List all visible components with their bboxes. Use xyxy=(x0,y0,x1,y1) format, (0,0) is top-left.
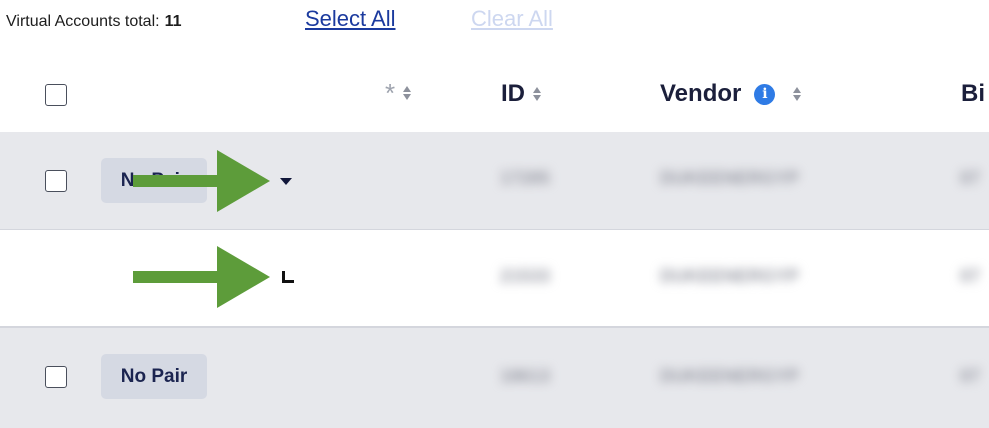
column-header-id[interactable]: ID xyxy=(501,80,541,108)
row-checkbox[interactable] xyxy=(45,366,67,388)
row-checkbox[interactable] xyxy=(45,170,67,192)
asterisk-icon: * xyxy=(385,78,396,108)
select-all-checkbox[interactable] xyxy=(45,84,67,106)
no-pair-badge: No Pair xyxy=(101,158,207,203)
sort-icon[interactable] xyxy=(793,87,802,101)
column-header-next-label: Bi xyxy=(961,80,985,107)
child-indent-icon xyxy=(282,271,294,283)
table-row[interactable]: No Pair xyxy=(0,328,989,428)
no-pair-badge: No Pair xyxy=(101,354,207,399)
sort-icon[interactable] xyxy=(403,86,412,100)
table-row-child[interactable] xyxy=(0,230,989,327)
column-header-id-label: ID xyxy=(501,80,525,107)
table-header: * ID Vendor i Bi xyxy=(0,62,989,130)
column-header-vendor[interactable]: Vendor i xyxy=(660,80,802,108)
select-all-link[interactable]: Select All xyxy=(305,6,396,32)
column-header-vendor-label: Vendor xyxy=(660,80,742,107)
sort-icon[interactable] xyxy=(533,87,541,101)
column-header-star[interactable]: * xyxy=(385,78,412,108)
info-icon[interactable]: i xyxy=(754,83,776,105)
clear-all-link[interactable]: Clear All xyxy=(471,6,553,32)
expand-caret-icon[interactable] xyxy=(280,178,292,185)
column-header-next[interactable]: Bi xyxy=(961,80,985,108)
table-row[interactable]: No Pair xyxy=(0,132,989,229)
virtual-accounts-total-count: 11 xyxy=(164,13,182,30)
virtual-accounts-summary: Virtual Accounts total: 11 xyxy=(6,8,182,36)
virtual-accounts-total-label: Virtual Accounts total: xyxy=(6,13,160,30)
